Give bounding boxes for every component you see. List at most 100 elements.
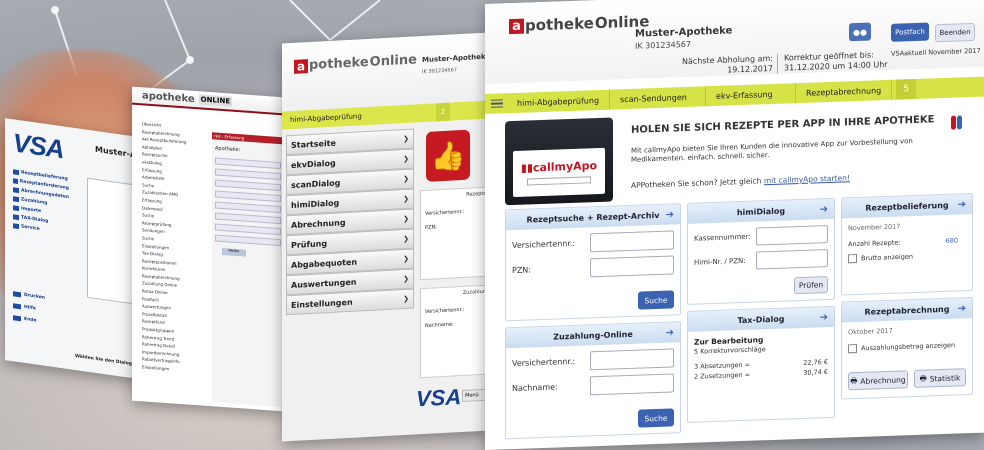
kassennummer-input[interactable] [756,225,828,246]
chevron-right-icon: ❯ [403,254,409,264]
tab-scan[interactable]: scan-Sendungen [610,86,707,110]
medication-icon [951,115,962,130]
apotheke-online-window-v2: a potheke Online Muster-Apothek IK 3012345… [282,32,490,442]
chevron-right-icon: ❯ [403,294,409,304]
field-label: Nachname: [512,382,558,394]
nachname-input[interactable] [590,373,674,396]
versichertennr-input[interactable] [590,230,674,253]
field-label: PZN: [512,265,531,276]
search-box: Rezepts Versichertennr.: PZN: [420,186,490,281]
nav-tree: Übersicht Rezeptabrechnung Akt Rezeptbelie… [142,121,208,376]
arrow-right-icon: ➔ [957,302,966,314]
card-header[interactable]: Rezeptsuche + Rezept-Archiv ➔ [506,204,680,231]
himidialog-card: himiDialog ➔ Kassennummer: Himi-Nr. / PZN… [687,197,835,305]
chevron-right-icon: ❯ [403,134,409,144]
pharmacy-name: Muster-Apothek [422,52,486,65]
checkbox-label: Auszahlungsbetrag anzeigen [861,341,956,353]
count-label: Anzahl Rezepte: [848,238,901,249]
input-field[interactable] [215,212,281,225]
vsa-window: VSA Muster-A Rezeptbelieferung Rezeptanf… [5,118,145,380]
phone-image: ▮▮callmyApo [505,117,613,206]
tab-himi[interactable]: himi-Abgabeprüfung [507,89,611,114]
legacy-logo-suffix: ONLINE [198,94,233,107]
side-nav: Startseite ❯ ekvDialog ❯ scanDialog ❯ himiDial… [286,128,414,316]
panel-header: rkd - Erfassung [212,132,284,145]
apotheke-online-logo: a potheke Online [509,12,649,35]
input-field[interactable] [215,190,281,203]
rezeptabrechnung-card: Rezeptabrechnung ➔ Oktober 2017 Auszahlun… [841,296,973,400]
entry-panel: rkd - Erfassung Apotheke: Weiter [212,132,284,408]
statistik-button[interactable]: 🖶 Statistik [914,368,966,389]
ik-number: IK 301234567 [635,39,691,51]
search-button[interactable]: Suche [638,408,674,428]
legacy-window: apotheke ONLINE Übersicht Rezeptabrechnun… [132,86,284,412]
field-label: Versichertennr.: [512,356,576,369]
card-header[interactable]: himiDialog ➔ [688,198,834,224]
search-button[interactable]: Suche [638,290,674,310]
tab-ekv[interactable]: ekv-Erfassung [706,83,797,107]
chevron-right-icon: ❯ [403,194,409,204]
input-field[interactable] [215,179,281,192]
promo-link-text: APPotheken Sie schon? Jetzt gleich mit c… [631,173,850,190]
tab-bar: himi-Abgabeprüfung 2 [282,100,490,130]
rezeptsuche-card: Rezeptsuche + Rezept-Archiv ➔ Versicherte… [505,203,681,322]
correction-deadline: Korrektur geöffnet bis: 31.12.2020 um 14:… [777,49,888,74]
input-field[interactable] [215,234,281,247]
rezeptbelieferung-card: Rezeptbelieferung ➔ November 2017 Anzahl … [841,192,973,296]
content-area: 👍 Rezepts Versichertennr.: PZN: Zuzahlun… [420,125,490,379]
input-field[interactable] [215,223,281,236]
continue-button[interactable]: Weiter [222,247,246,257]
tab-himi[interactable]: himi-Abgabeprüfung [290,112,362,124]
main-window: a potheke Online Muster-Apotheke IK 301234… [485,0,984,450]
next-pickup: Nächste Abholung am: 19.12.2017 [681,53,773,75]
field-label: PZN: [425,224,437,231]
pharmacy-name: Muster-Apotheke [635,25,733,40]
vsa-logo: VSA [416,384,462,412]
card-header[interactable]: Zuzahlung-Online ➔ [506,322,680,349]
count-value: 680 [945,236,958,245]
input-field[interactable] [215,168,281,181]
logout-button[interactable]: Beenden [935,22,975,43]
promo-banner[interactable]: ▮▮callmyApo HOLEN SIE SICH REZEPTE PER A… [505,105,975,206]
vsa-aktuell-link[interactable]: VSAaktuell November 2017 [891,47,981,58]
arrow-right-icon: ➔ [819,203,828,215]
users-icon[interactable]: ●● [849,22,871,42]
versichertennr-input[interactable] [590,348,674,371]
vsa-bottom-menu: Drucken Hilfe Ende [13,287,45,327]
auszahlung-checkbox[interactable] [848,344,857,354]
chevron-right-icon: ❯ [403,154,409,164]
chevron-right-icon: ❯ [403,234,409,244]
abrechnung-button[interactable]: 🖶 Abrechnung [848,370,908,391]
promo-text: Mit callmyApo bieten Sie Ihren Kunden di… [631,137,913,164]
zuzahlung-box: Zuzahlun Versichertennr.: Nachname: [420,284,490,379]
header: a potheke Online Muster-Apotheke IK 301234… [485,0,984,84]
field-label: Versichertennr.: [425,208,465,217]
header: a potheke Online Muster-Apothek IK 3012345… [282,32,490,104]
himi-pzn-input[interactable] [756,249,828,270]
print-icon: 🖶 [919,373,927,383]
status-text: Wählen Sie den Dialog [75,354,133,368]
chevron-right-icon: ❯ [403,214,409,224]
input-field[interactable] [215,157,281,170]
hamburger-icon[interactable] [485,99,507,109]
tab-rezeptabrechnung[interactable]: Rezeptabrechnung [796,79,893,104]
field-label: Versichertennr.: [425,306,465,315]
pruefen-button[interactable]: Prüfen [794,276,828,295]
arrow-right-icon: ➔ [819,311,828,323]
input-field[interactable] [215,201,281,214]
arrow-right-icon: ➔ [665,326,674,339]
tax-dialog-card: Tax-Dialog ➔ Zur Bearbeitung 5 Korrekturv… [687,305,835,423]
legacy-logo: apotheke [142,89,195,105]
thumbs-up-icon: 👍 [426,129,470,182]
zuzahlung-card: Zuzahlung-Online ➔ Versichertennr.: Nachn… [505,321,681,440]
callmyapo-logo: ▮▮callmyApo [520,159,598,175]
pzn-input[interactable] [590,255,674,278]
field-label: Versichertennr.: [512,238,576,251]
brutto-checkbox[interactable] [848,254,857,264]
promo-link[interactable]: mit callmyApo starten! [764,173,850,185]
arrow-right-icon: ➔ [665,208,674,221]
checkbox-label: Brutto anzeigen [861,252,913,263]
apotheke-online-logo: a potheke Online [294,52,417,74]
chevron-right-icon: ❯ [403,274,409,284]
postfach-button[interactable]: Postfach [891,22,929,42]
